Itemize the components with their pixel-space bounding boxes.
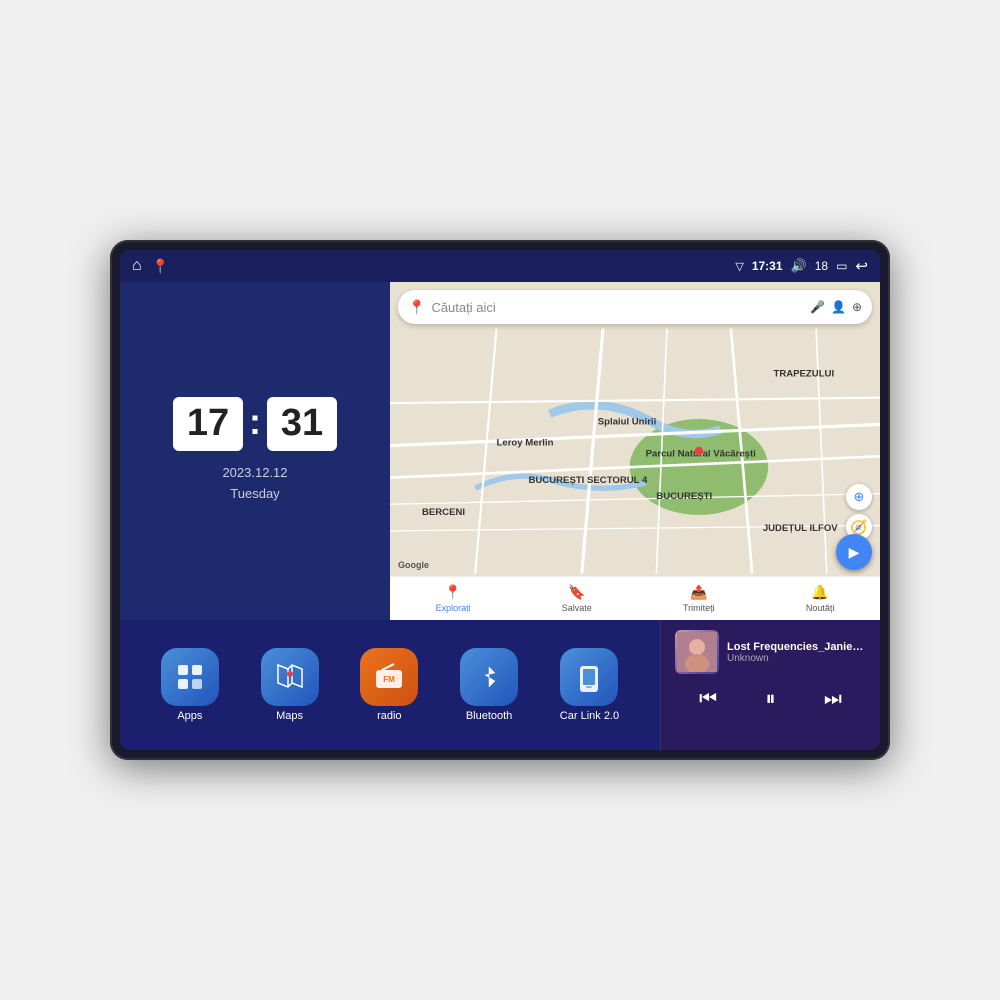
back-icon[interactable]: ↩ [855,257,868,275]
bottom-section: Apps Maps [120,620,880,750]
map-nav-share[interactable]: 📤 Trimiteți [683,584,715,613]
svg-text:BERCENI: BERCENI [422,507,465,518]
volume-icon: 🔊 [791,258,807,274]
share-icon: 📤 [690,584,707,601]
app-item-maps[interactable]: Maps [261,648,319,722]
signal-icon: ▽ [735,260,743,273]
device-screen: ⌂ 📍 ▽ 17:31 🔊 18 ▭ ↩ 17 : [120,250,880,750]
explore-icon: 📍 [444,584,461,601]
bluetooth-label: Bluetooth [466,710,512,722]
app-item-bluetooth[interactable]: Bluetooth [460,648,518,722]
clock-hours: 17 [173,397,243,451]
music-thumbnail [675,630,719,674]
status-time: 17:31 [752,259,783,273]
top-section: 17 : 31 2023.12.12 Tuesday [120,282,880,620]
clock-display: 17 : 31 [173,397,337,451]
apps-icon [161,648,219,706]
music-player: Lost Frequencies_Janieck Devy-... Unknow… [660,620,880,750]
news-icon: 🔔 [811,584,828,601]
music-title: Lost Frequencies_Janieck Devy-... [727,641,866,653]
map-search-actions: 🎤 👤 ⊕ [810,300,862,314]
share-label: Trimiteți [683,603,715,613]
carlink-label: Car Link 2.0 [560,710,619,722]
clock-minutes: 31 [267,397,337,451]
app-item-apps[interactable]: Apps [161,648,219,722]
saved-label: Salvate [562,603,592,613]
svg-text:Leroy Merlin: Leroy Merlin [497,438,554,449]
google-logo: Google [398,560,429,570]
home-icon[interactable]: ⌂ [132,257,142,275]
saved-icon: 🔖 [568,584,585,601]
map-bottom-bar: 📍 Explorați 🔖 Salvate 📤 Trimiteți � [390,576,880,620]
music-controls: ⏮ ⏸ ⏭ [675,684,866,715]
layers-icon[interactable]: ⊕ [852,300,862,314]
battery-level: 18 [815,259,828,273]
clock-day: Tuesday [222,484,287,505]
battery-icon: ▭ [836,259,847,273]
app-item-radio[interactable]: FM radio [360,648,418,722]
map-nav-news[interactable]: 🔔 Noutăți [806,584,835,613]
music-artist: Unknown [727,653,866,664]
map-search-placeholder: Căutați aici [431,300,804,315]
clock-colon: : [249,401,261,443]
clock-widget: 17 : 31 2023.12.12 Tuesday [120,282,390,620]
map-nav-explore[interactable]: 📍 Explorați [436,584,471,613]
map-background: BERCENI BUCUREȘTI JUDEȚUL ILFOV TRAPEZUL… [390,282,880,620]
maps-icon [261,648,319,706]
device-frame: ⌂ 📍 ▽ 17:31 🔊 18 ▭ ↩ 17 : [110,240,890,760]
news-label: Noutăți [806,603,835,613]
svg-text:FM: FM [384,675,396,684]
svg-text:TRAPEZULUI: TRAPEZULUI [773,368,834,379]
map-nav-saved[interactable]: 🔖 Salvate [562,584,592,613]
clock-date-value: 2023.12.12 [222,463,287,484]
map-search-bar[interactable]: 📍 Căutați aici 🎤 👤 ⊕ [398,290,872,324]
mic-icon[interactable]: 🎤 [810,300,825,314]
map-widget[interactable]: BERCENI BUCUREȘTI JUDEȚUL ILFOV TRAPEZUL… [390,282,880,620]
status-bar-left: ⌂ 📍 [132,257,169,275]
svg-text:BUCUREȘTI: BUCUREȘTI [656,491,712,502]
svg-text:JUDEȚUL ILFOV: JUDEȚUL ILFOV [763,523,838,534]
svg-text:BUCUREȘTI SECTORUL 4: BUCUREȘTI SECTORUL 4 [528,475,648,486]
app-item-carlink[interactable]: Car Link 2.0 [560,648,619,722]
navigation-fab[interactable]: ▶ [836,534,872,570]
prev-button[interactable]: ⏮ [689,684,727,715]
apps-label: Apps [177,710,202,722]
my-location-button[interactable]: ⊕ [846,484,872,510]
status-bar-right: ▽ 17:31 🔊 18 ▭ ↩ [735,257,868,275]
next-button[interactable]: ⏭ [814,684,852,715]
main-area: 17 : 31 2023.12.12 Tuesday [120,282,880,750]
apps-area: Apps Maps [120,620,660,750]
radio-icon-bg: FM [360,648,418,706]
clock-date: 2023.12.12 Tuesday [222,463,287,505]
account-icon[interactable]: 👤 [831,300,846,314]
explore-label: Explorați [436,603,471,613]
maps-logo-icon: 📍 [408,299,425,316]
svg-text:Splaiul Unirii: Splaiul Unirii [598,416,657,427]
maps-label: Maps [276,710,303,722]
maps-pin-icon[interactable]: 📍 [152,258,169,275]
bluetooth-icon-bg [460,648,518,706]
radio-label: radio [377,710,401,722]
status-bar: ⌂ 📍 ▽ 17:31 🔊 18 ▭ ↩ [120,250,880,282]
play-pause-button[interactable]: ⏸ [755,684,785,715]
music-info: Lost Frequencies_Janieck Devy-... Unknow… [675,630,866,674]
music-text: Lost Frequencies_Janieck Devy-... Unknow… [727,641,866,664]
carlink-icon-bg [560,648,618,706]
